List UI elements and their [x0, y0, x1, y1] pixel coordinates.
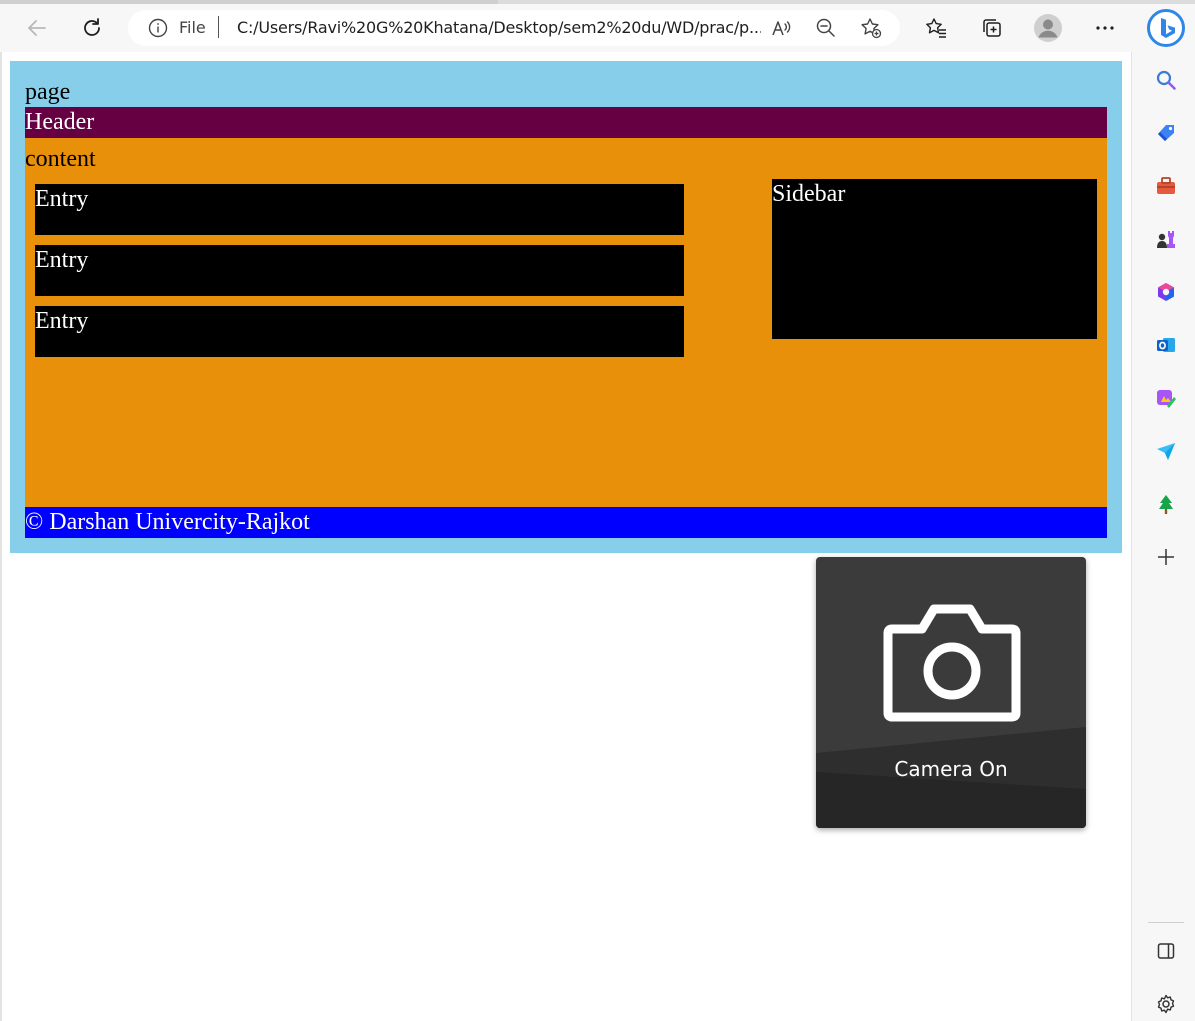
address-bar[interactable]: File C:/Users/Ravi%20G%20Khatana/Desktop… [128, 10, 900, 46]
edge-sidebar [1131, 52, 1195, 1021]
entry-box: Entry [35, 306, 684, 357]
outlook-icon[interactable] [1154, 333, 1178, 357]
tree-icon[interactable] [1154, 492, 1178, 516]
camera-icon [882, 603, 1022, 723]
entry-text: Entry [35, 186, 89, 212]
sidebar-divider [1148, 922, 1184, 923]
hide-sidebar-icon[interactable] [1154, 939, 1178, 963]
footer-text: © Darshan Univercity-Rajkot [25, 509, 310, 535]
camera-overlay[interactable]: Camera On [816, 557, 1086, 828]
refresh-icon[interactable] [76, 12, 108, 44]
profile-avatar-icon[interactable] [1032, 12, 1064, 44]
page-label: page [25, 79, 71, 105]
designer-icon[interactable] [1154, 386, 1178, 410]
entry-box: Entry [35, 184, 684, 235]
address-separator [218, 16, 219, 38]
page-footer: © Darshan Univercity-Rajkot [25, 507, 1107, 538]
back-arrow-icon[interactable] [21, 12, 53, 44]
add-icon[interactable] [1154, 545, 1178, 569]
shopping-tag-icon[interactable] [1154, 121, 1178, 145]
browser-toolbar: File C:/Users/Ravi%20G%20Khatana/Desktop… [0, 4, 1195, 52]
collections-icon[interactable] [976, 12, 1008, 44]
content-area: content Entry Entry Entry Sidebar [25, 138, 1107, 507]
address-scheme: File [179, 18, 206, 37]
page-container: page Header content Entry Entry Entry Si… [10, 61, 1122, 553]
bing-icon[interactable] [1146, 8, 1186, 48]
settings-icon[interactable] [1154, 992, 1178, 1016]
address-url[interactable]: C:/Users/Ravi%20G%20Khatana/Desktop/sem2… [237, 18, 761, 37]
send-icon[interactable] [1154, 439, 1178, 463]
read-aloud-icon[interactable] [769, 16, 793, 40]
entry-text: Entry [35, 247, 89, 273]
search-icon[interactable] [1154, 68, 1178, 92]
zoom-out-icon[interactable] [814, 16, 838, 40]
entry-text: Entry [35, 308, 89, 334]
entry-box: Entry [35, 245, 684, 296]
page-header: Header [25, 107, 1107, 138]
content-sidebar: Sidebar [772, 179, 1097, 339]
camera-status-label: Camera On [894, 757, 1008, 781]
sidebar-text: Sidebar [772, 181, 846, 207]
info-icon[interactable] [148, 18, 168, 38]
favorites-icon[interactable] [920, 12, 952, 44]
content-label: content [25, 146, 96, 172]
games-icon[interactable] [1154, 227, 1178, 251]
add-favorite-icon[interactable] [859, 16, 883, 40]
microsoft-365-icon[interactable] [1154, 280, 1178, 304]
tools-icon[interactable] [1154, 174, 1178, 198]
more-menu-icon[interactable] [1089, 12, 1121, 44]
header-text: Header [25, 109, 95, 135]
